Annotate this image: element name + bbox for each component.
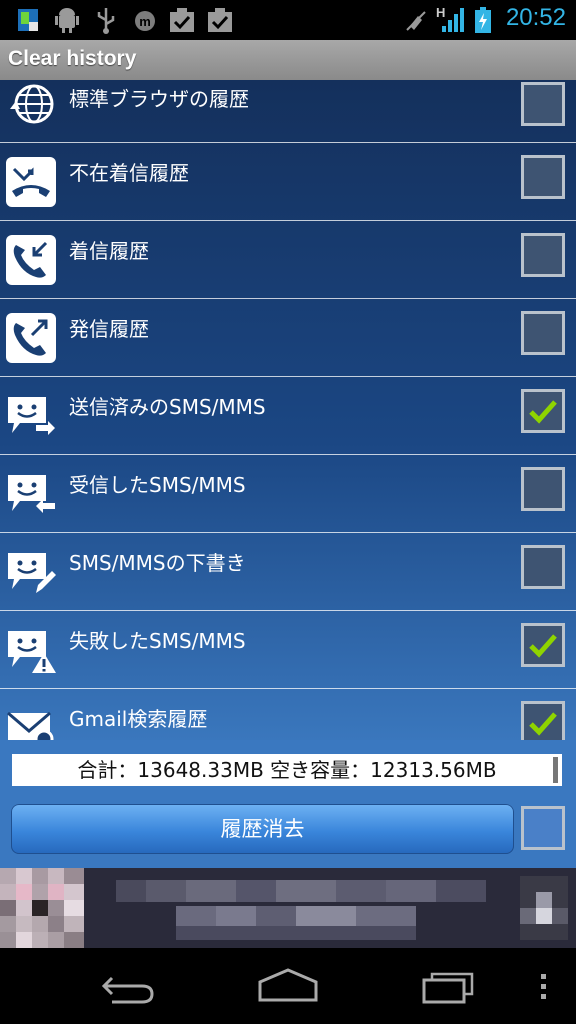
android-debug-icon: [55, 8, 79, 33]
list-item-label: 不在着信履歴: [69, 161, 189, 185]
checkbox-missed-calls[interactable]: [521, 155, 565, 199]
action-panel: 合計：13648.33MB 空き容量：12313.56MB 履歴消去: [0, 740, 576, 868]
list-item-label: Gmail検索履歴: [69, 707, 208, 731]
checkbox-gmail-search[interactable]: [521, 701, 565, 740]
received-sms-icon: [8, 475, 55, 513]
gmail-search-icon: [7, 711, 54, 740]
sent-sms-icon: [8, 397, 55, 435]
list-item-gmail-search[interactable]: Gmail検索履歴: [0, 689, 576, 740]
list-item-browser-history[interactable]: 標準ブラウザの履歴: [0, 80, 576, 143]
list-item-outgoing-calls[interactable]: 発信履歴: [0, 299, 576, 377]
list-item-label: 送信済みのSMS/MMS: [69, 395, 266, 419]
list-item-label: 発信履歴: [69, 317, 149, 341]
m-icon: m: [135, 11, 155, 31]
list-item-label: 着信履歴: [69, 239, 149, 263]
text-scrollbar: [553, 757, 558, 783]
list-item-missed-calls[interactable]: 不在着信履歴: [0, 143, 576, 221]
list-item-incoming-calls[interactable]: 着信履歴: [0, 221, 576, 299]
checkbox-failed-sms[interactable]: [521, 623, 565, 667]
checkbox-browser-history[interactable]: [521, 82, 565, 126]
browser-history-icon: [10, 84, 54, 124]
status-bar: m H 20:52: [0, 0, 576, 40]
ad-install-icon: [520, 876, 568, 940]
overflow-menu-icon[interactable]: [538, 966, 550, 1006]
outgoing-call-icon: [6, 313, 56, 363]
app-icon: [18, 9, 38, 31]
page-title: Clear history: [8, 47, 137, 70]
list-item-sent-sms[interactable]: 送信済みのSMS/MMS: [0, 377, 576, 455]
back-icon[interactable]: [98, 966, 158, 1006]
list-item-label: SMS/MMSの下書き: [69, 551, 246, 575]
ad-thumbnail: [0, 868, 84, 948]
list-item-draft-sms[interactable]: SMS/MMSの下書き: [0, 533, 576, 611]
missed-call-icon: [6, 157, 56, 207]
storage-summary: 合計：13648.33MB 空き容量：12313.56MB: [12, 754, 562, 786]
checkmark-icon: [529, 400, 557, 424]
navigation-bar: [0, 948, 576, 1024]
checkbox-incoming-calls[interactable]: [521, 233, 565, 277]
list-item-failed-sms[interactable]: 失敗したSMS/MMS: [0, 611, 576, 689]
list-item-label: 失敗したSMS/MMS: [69, 629, 246, 653]
clock: 20:52: [505, 4, 566, 31]
check-icon: [208, 8, 232, 32]
checkmark-icon: [529, 634, 557, 658]
ad-text-blurred: [116, 880, 486, 940]
title-bar: Clear history: [0, 40, 576, 80]
home-icon[interactable]: [256, 966, 320, 1006]
history-list[interactable]: 標準ブラウザの履歴 不在着信履歴 着信履歴 発信履歴 送信済みのSMS/MMS …: [0, 80, 576, 740]
check-icon: [170, 8, 194, 32]
select-all-checkbox[interactable]: [521, 806, 565, 850]
signal-icon: [442, 8, 464, 32]
list-item-label: 受信したSMS/MMS: [69, 473, 246, 497]
mute-icon: [406, 11, 426, 31]
recent-apps-icon[interactable]: [420, 966, 480, 1006]
checkbox-received-sms[interactable]: [521, 467, 565, 511]
failed-sms-icon: [8, 631, 56, 673]
ad-banner[interactable]: [0, 868, 576, 948]
list-item-label: 標準ブラウザの履歴: [69, 87, 249, 111]
svg-text:m: m: [139, 14, 151, 29]
checkbox-sent-sms[interactable]: [521, 389, 565, 433]
clear-history-button[interactable]: 履歴消去: [11, 804, 514, 854]
draft-sms-icon: [8, 553, 56, 593]
checkbox-draft-sms[interactable]: [521, 545, 565, 589]
list-item-received-sms[interactable]: 受信したSMS/MMS: [0, 455, 576, 533]
storage-summary-text: 合計：13648.33MB 空き容量：12313.56MB: [77, 758, 497, 782]
incoming-call-icon: [6, 235, 56, 285]
checkmark-icon: [529, 712, 557, 736]
usb-icon: [97, 8, 115, 34]
battery-charging-icon: [475, 7, 491, 33]
checkbox-outgoing-calls[interactable]: [521, 311, 565, 355]
